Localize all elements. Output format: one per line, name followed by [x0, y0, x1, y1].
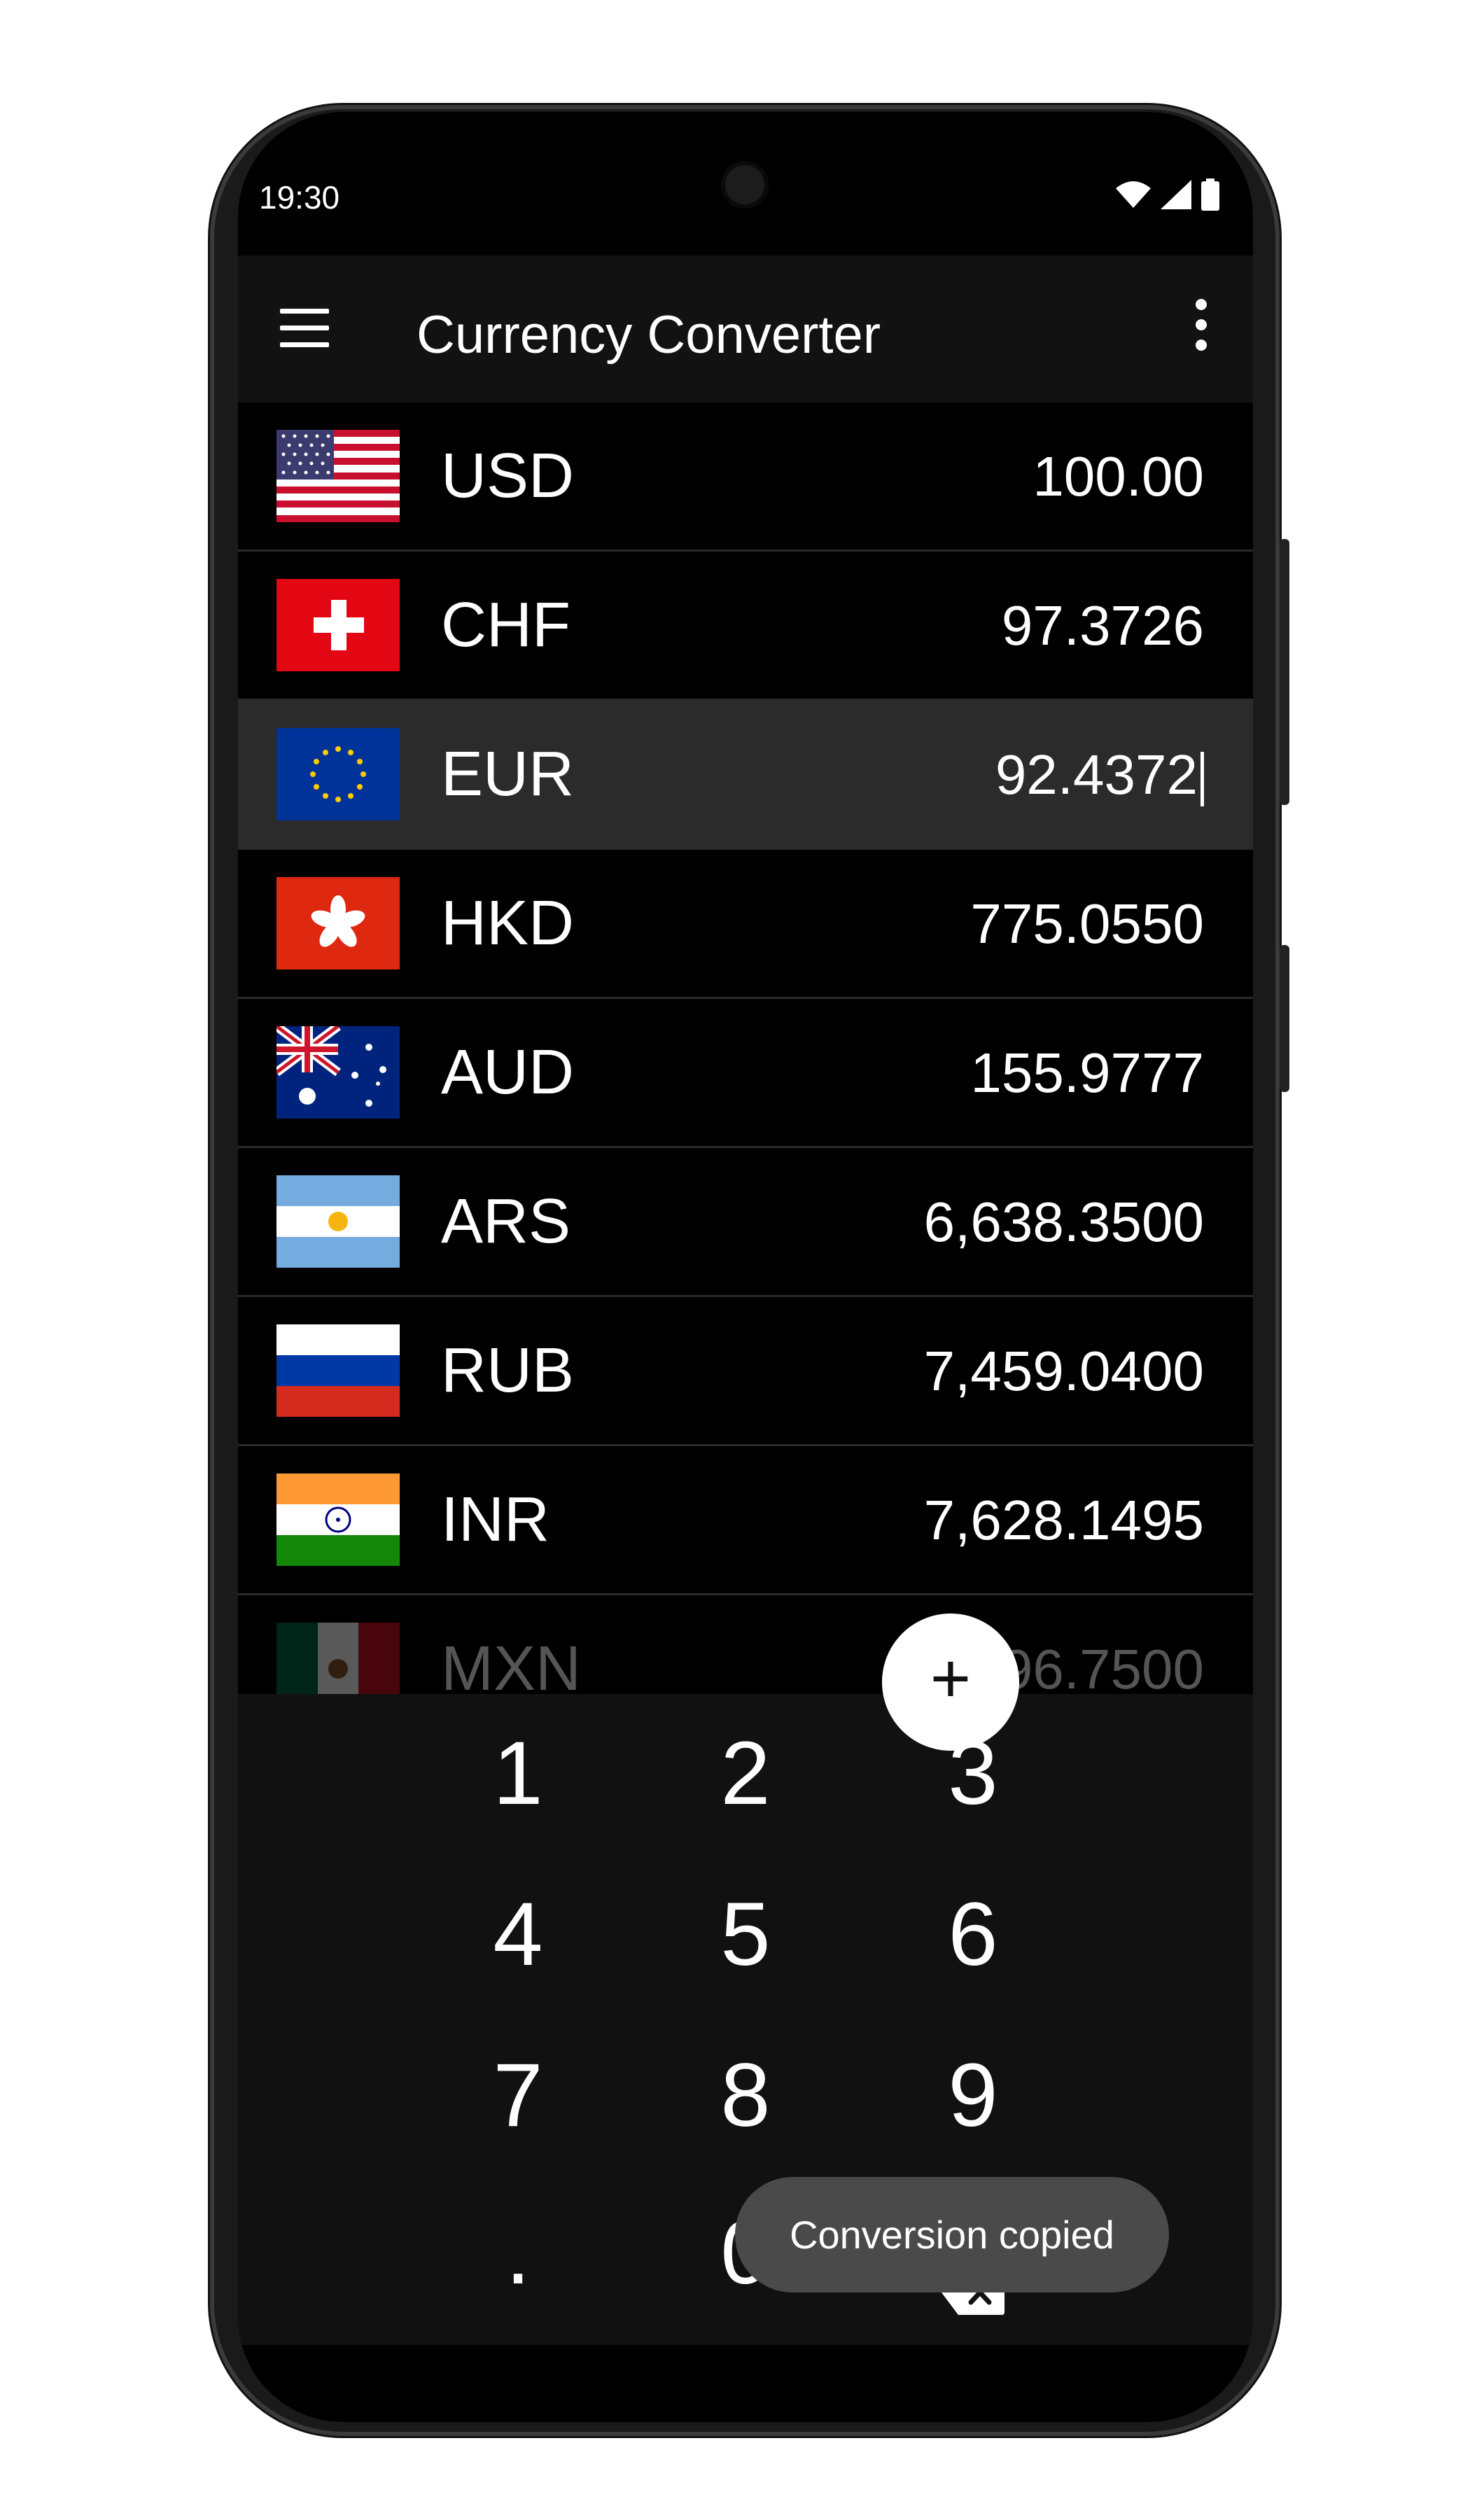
currency-row-usd[interactable]: USD 100.00 [238, 402, 1253, 552]
signal-icon [1161, 180, 1191, 209]
key-8[interactable]: 8 [668, 2044, 822, 2147]
currency-code: CHF [441, 590, 570, 660]
key-4[interactable]: 4 [441, 1883, 595, 1986]
in-flag-icon [276, 1474, 400, 1566]
add-icon: + [930, 1639, 972, 1718]
status-icons [1116, 178, 1219, 211]
toast-message: Conversion copied [735, 2177, 1169, 2292]
key-6[interactable]: 6 [896, 1883, 1050, 1986]
eu-flag-icon [276, 728, 400, 820]
text-cursor [1200, 751, 1204, 806]
currency-row-eur[interactable]: EUR 92.4372 [238, 701, 1253, 850]
battery-icon [1201, 178, 1219, 211]
status-time: 19:30 [259, 179, 340, 216]
volume-button [1280, 539, 1289, 805]
currency-amount[interactable]: 6,638.3500 [924, 1190, 1204, 1254]
app-title: Currency Converter [416, 305, 881, 365]
app-bar: Currency Converter [238, 255, 1253, 402]
hamburger-menu-icon[interactable] [280, 309, 329, 348]
currency-code: ARS [441, 1186, 571, 1256]
status-bar: 19:30 [238, 112, 1253, 255]
key-7[interactable]: 7 [441, 2044, 595, 2147]
currency-amount[interactable]: 775.0550 [970, 892, 1204, 956]
key-5[interactable]: 5 [668, 1883, 822, 1986]
ch-flag-icon [276, 579, 400, 671]
front-camera [721, 161, 769, 209]
key-2[interactable]: 2 [668, 1722, 822, 1825]
phone-frame: 19:30 Currency Converter USD 100.00 CHF … [210, 105, 1289, 2436]
currency-row-ars[interactable]: ARS 6,638.3500 [238, 1148, 1253, 1297]
currency-amount-input[interactable]: 92.4372 [995, 743, 1204, 807]
add-currency-button[interactable]: + [882, 1614, 1019, 1751]
currency-amount: 92.4372 [995, 743, 1198, 806]
us-flag-icon [276, 430, 400, 522]
currency-code: HKD [441, 888, 575, 958]
currency-amount[interactable]: 155.9777 [970, 1041, 1204, 1105]
currency-code: AUD [441, 1037, 575, 1107]
currency-amount[interactable]: 7,628.1495 [924, 1488, 1204, 1553]
currency-row-hkd[interactable]: HKD 775.0550 [238, 850, 1253, 999]
currency-code: USD [441, 441, 575, 511]
currency-code: EUR [441, 739, 575, 809]
key-9[interactable]: 9 [896, 2044, 1050, 2147]
au-flag-icon [276, 1026, 400, 1119]
currency-amount[interactable]: 97.3726 [1002, 594, 1204, 658]
currency-row-rub[interactable]: RUB 7,459.0400 [238, 1297, 1253, 1446]
more-vertical-icon[interactable] [1194, 299, 1208, 362]
currency-code: RUB [441, 1336, 575, 1406]
currency-list: USD 100.00 CHF 97.3726 EUR 92.4372 HKD 7… [238, 402, 1253, 1704]
currency-amount[interactable]: 7,459.0400 [924, 1339, 1204, 1404]
mx-flag-icon [276, 1623, 400, 1704]
hk-flag-icon [276, 877, 400, 969]
currency-row-mxn[interactable]: MXN 2,496.7500 [238, 1595, 1253, 1704]
ru-flag-icon [276, 1324, 400, 1417]
currency-row-inr[interactable]: INR 7,628.1495 [238, 1446, 1253, 1595]
screen: 19:30 Currency Converter USD 100.00 CHF … [238, 112, 1253, 2422]
currency-row-chf[interactable]: CHF 97.3726 [238, 552, 1253, 701]
currency-code: INR [441, 1485, 550, 1555]
key-decimal[interactable]: . [441, 2202, 595, 2304]
wifi-icon [1116, 181, 1151, 208]
ar-flag-icon [276, 1175, 400, 1268]
power-button [1280, 945, 1289, 1092]
key-1[interactable]: 1 [441, 1722, 595, 1825]
currency-row-aud[interactable]: AUD 155.9777 [238, 999, 1253, 1148]
currency-amount[interactable]: 100.00 [1032, 444, 1204, 509]
